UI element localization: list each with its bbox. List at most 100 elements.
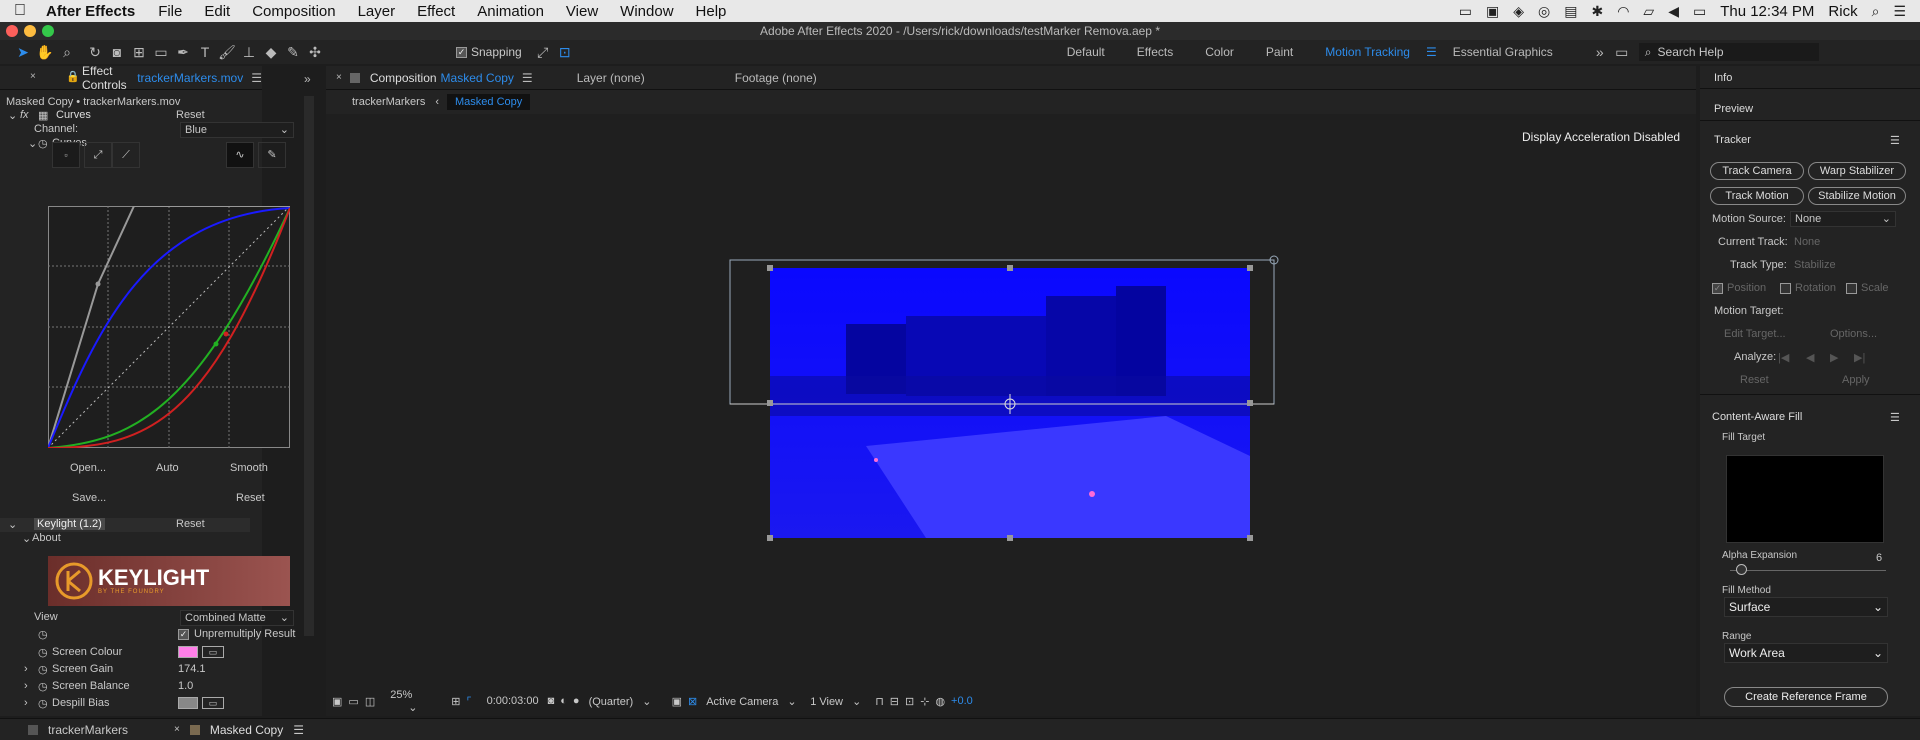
fill-method-dropdown[interactable]: Surface ⌄	[1724, 597, 1888, 617]
selection-tool-icon[interactable]: ➤	[12, 44, 34, 61]
workspace-essential-graphics[interactable]: Essential Graphics	[1453, 45, 1553, 59]
fit-icon[interactable]: ⊞	[451, 695, 460, 708]
always-preview-icon[interactable]: ▣	[332, 695, 342, 708]
rotation-checkbox[interactable]: Rotation	[1780, 282, 1836, 294]
screen-record-icon[interactable]: ▭	[1459, 3, 1472, 20]
panel-menu-icon[interactable]: ☰	[251, 71, 262, 85]
curves-graph[interactable]	[48, 206, 290, 448]
options-button[interactable]: Options...	[1830, 328, 1877, 340]
screen-gain-value[interactable]: 174.1	[178, 663, 206, 675]
flowchart-icon[interactable]: ⊡	[905, 695, 914, 708]
despill-colour-swatch[interactable]	[178, 697, 198, 709]
stopwatch-icon[interactable]: ◷	[38, 680, 48, 693]
snap-options-icon[interactable]: ⤢	[532, 44, 554, 61]
analyze-back-all-icon[interactable]: |◀	[1778, 351, 1789, 364]
views-dropdown[interactable]: 1 View ⌄	[807, 694, 869, 709]
monitor-icon[interactable]: ▭	[348, 695, 358, 708]
more-workspaces-icon[interactable]: »	[1589, 44, 1611, 60]
reset-exposure-icon[interactable]: ◍	[935, 695, 945, 708]
curve-size-medium-icon[interactable]: ⤢	[84, 142, 112, 168]
about-expand-icon[interactable]: ⌄	[22, 532, 31, 545]
screen-balance-value[interactable]: 1.0	[178, 680, 193, 692]
screen-balance-expand-icon[interactable]: ›	[24, 680, 28, 692]
eyedropper-icon[interactable]: ▭	[202, 697, 224, 709]
timeline-tab-tracker-markers[interactable]: trackerMarkers	[48, 723, 128, 737]
breadcrumb-tracker-markers[interactable]: trackerMarkers	[352, 96, 425, 108]
track-type-value[interactable]: Stabilize	[1794, 259, 1836, 271]
pen-tool-icon[interactable]: ✒	[172, 44, 194, 61]
menu-composition[interactable]: Composition	[241, 3, 346, 20]
curves-expand-icon[interactable]: ⌄	[8, 109, 17, 122]
composition-tab-name[interactable]: Masked Copy	[441, 71, 514, 85]
stopwatch-icon[interactable]: ◷	[38, 697, 48, 710]
sync-icon[interactable]: ▤	[1564, 3, 1577, 20]
shrink-icon[interactable]: ▭	[1611, 44, 1633, 61]
curve-size-small-icon[interactable]: ▫	[52, 142, 80, 168]
alpha-expansion-slider[interactable]	[1730, 570, 1886, 571]
curves-save-button[interactable]: Save...	[72, 492, 106, 504]
screen-gain-expand-icon[interactable]: ›	[24, 663, 28, 675]
green-curve-point[interactable]	[213, 341, 219, 347]
zoom-dropdown[interactable]: 25% ⌄	[387, 688, 445, 715]
spotlight-search-icon[interactable]: ⌕	[1872, 3, 1880, 20]
workspace-menu-icon[interactable]: ☰	[1426, 45, 1437, 59]
clock[interactable]: Thu 12:34 PM	[1720, 3, 1814, 20]
fast-previews-icon[interactable]: ▣	[672, 695, 682, 708]
battery-icon[interactable]: ▭	[1693, 3, 1706, 20]
panel-menu-icon[interactable]: ☰	[293, 723, 304, 737]
stabilize-motion-button[interactable]: Stabilize Motion	[1808, 187, 1906, 205]
tracker-reset-button[interactable]: Reset	[1740, 374, 1769, 386]
snap-features-icon[interactable]: ⊡	[554, 44, 576, 61]
brush-tool-icon[interactable]: 🖌	[216, 44, 238, 61]
workspace-default[interactable]: Default	[1067, 45, 1105, 59]
snapshot-icon[interactable]: ◙	[548, 695, 555, 707]
range-dropdown[interactable]: Work Area ⌄	[1724, 643, 1888, 663]
control-center-icon[interactable]: ☰	[1893, 3, 1906, 20]
workspace-effects[interactable]: Effects	[1137, 45, 1173, 59]
app-status-icon[interactable]: ◈	[1513, 3, 1524, 20]
region-of-interest-icon[interactable]: ⌜	[466, 695, 471, 708]
alpha-expansion-knob[interactable]	[1736, 564, 1747, 575]
create-reference-frame-button[interactable]: Create Reference Frame	[1724, 687, 1888, 707]
stopwatch-icon[interactable]: ◷	[38, 663, 48, 676]
scale-checkbox[interactable]: Scale	[1846, 282, 1889, 294]
menu-view[interactable]: View	[555, 3, 609, 20]
3d-draft-icon[interactable]: ⊟	[890, 695, 899, 708]
analyze-forward-all-icon[interactable]: ▶|	[1854, 351, 1865, 364]
composition-viewer[interactable]	[326, 116, 1696, 676]
analyze-forward-one-icon[interactable]: ▶	[1830, 351, 1838, 364]
track-camera-button[interactable]: Track Camera	[1710, 162, 1804, 180]
transparency-grid-icon[interactable]: ⊠	[688, 695, 697, 708]
tracker-menu-icon[interactable]: ☰	[1890, 134, 1900, 147]
analyze-back-one-icon[interactable]: ◀	[1806, 351, 1814, 364]
rgb-curve-point[interactable]	[95, 281, 101, 287]
snapping-checkbox[interactable]: ✓	[456, 45, 471, 59]
timeline-tab-masked-copy[interactable]: Masked Copy	[210, 723, 283, 737]
red-curve-point[interactable]	[223, 331, 229, 337]
workspace-motion-tracking[interactable]: Motion Tracking	[1325, 45, 1410, 59]
track-motion-button[interactable]: Track Motion	[1710, 187, 1804, 205]
menu-help[interactable]: Help	[685, 3, 738, 20]
menu-animation[interactable]: Animation	[466, 3, 555, 20]
preview-panel-tab[interactable]: Preview	[1714, 103, 1753, 115]
apple-menu-icon[interactable]: 	[0, 2, 40, 20]
menu-effect[interactable]: Effect	[406, 3, 466, 20]
clone-stamp-tool-icon[interactable]: ⊥	[238, 44, 260, 61]
composition-tab-label[interactable]: Composition	[370, 71, 437, 85]
curve-size-large-icon[interactable]: ⟋	[112, 142, 140, 168]
keylight-effect-name[interactable]: Keylight (1.2)	[34, 518, 105, 530]
search-help-field[interactable]: ⌕ Search Help	[1638, 43, 1819, 61]
eraser-tool-icon[interactable]: ◆	[260, 44, 282, 61]
current-track-value[interactable]: None	[1794, 236, 1820, 248]
current-time[interactable]: 0:00:03:00	[484, 694, 542, 708]
close-tab-icon[interactable]: ×	[174, 724, 180, 735]
warp-stabilizer-button[interactable]: Warp Stabilizer	[1808, 162, 1906, 180]
puppet-tool-icon[interactable]: ✣	[304, 44, 326, 61]
bezier-curve-icon[interactable]: ∿	[226, 142, 254, 168]
exposure-value[interactable]: +0.0	[951, 695, 973, 707]
tracker-apply-button[interactable]: Apply	[1842, 374, 1870, 386]
toggle-pixel-aspect-icon[interactable]: ⊓	[875, 695, 884, 708]
workspace-color[interactable]: Color	[1205, 45, 1234, 59]
curves-reset-link[interactable]: Reset	[176, 109, 205, 121]
type-tool-icon[interactable]: T	[194, 44, 216, 60]
